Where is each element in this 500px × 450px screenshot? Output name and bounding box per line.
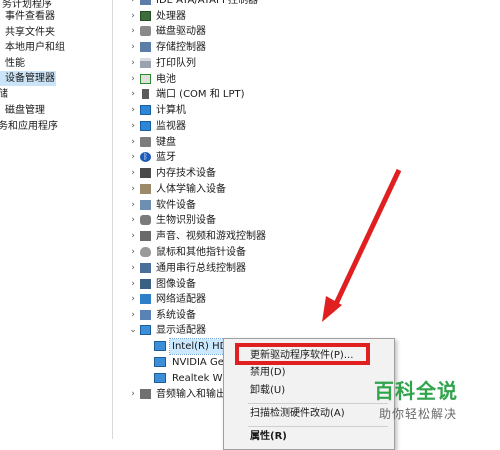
watermark-title: 百科全说 bbox=[374, 379, 458, 403]
arrow-shaft bbox=[332, 168, 402, 308]
watermark-subtitle: 助你轻松解决 bbox=[379, 407, 458, 421]
watermark-logo: 百科全说 助你轻松解决 bbox=[352, 362, 500, 439]
